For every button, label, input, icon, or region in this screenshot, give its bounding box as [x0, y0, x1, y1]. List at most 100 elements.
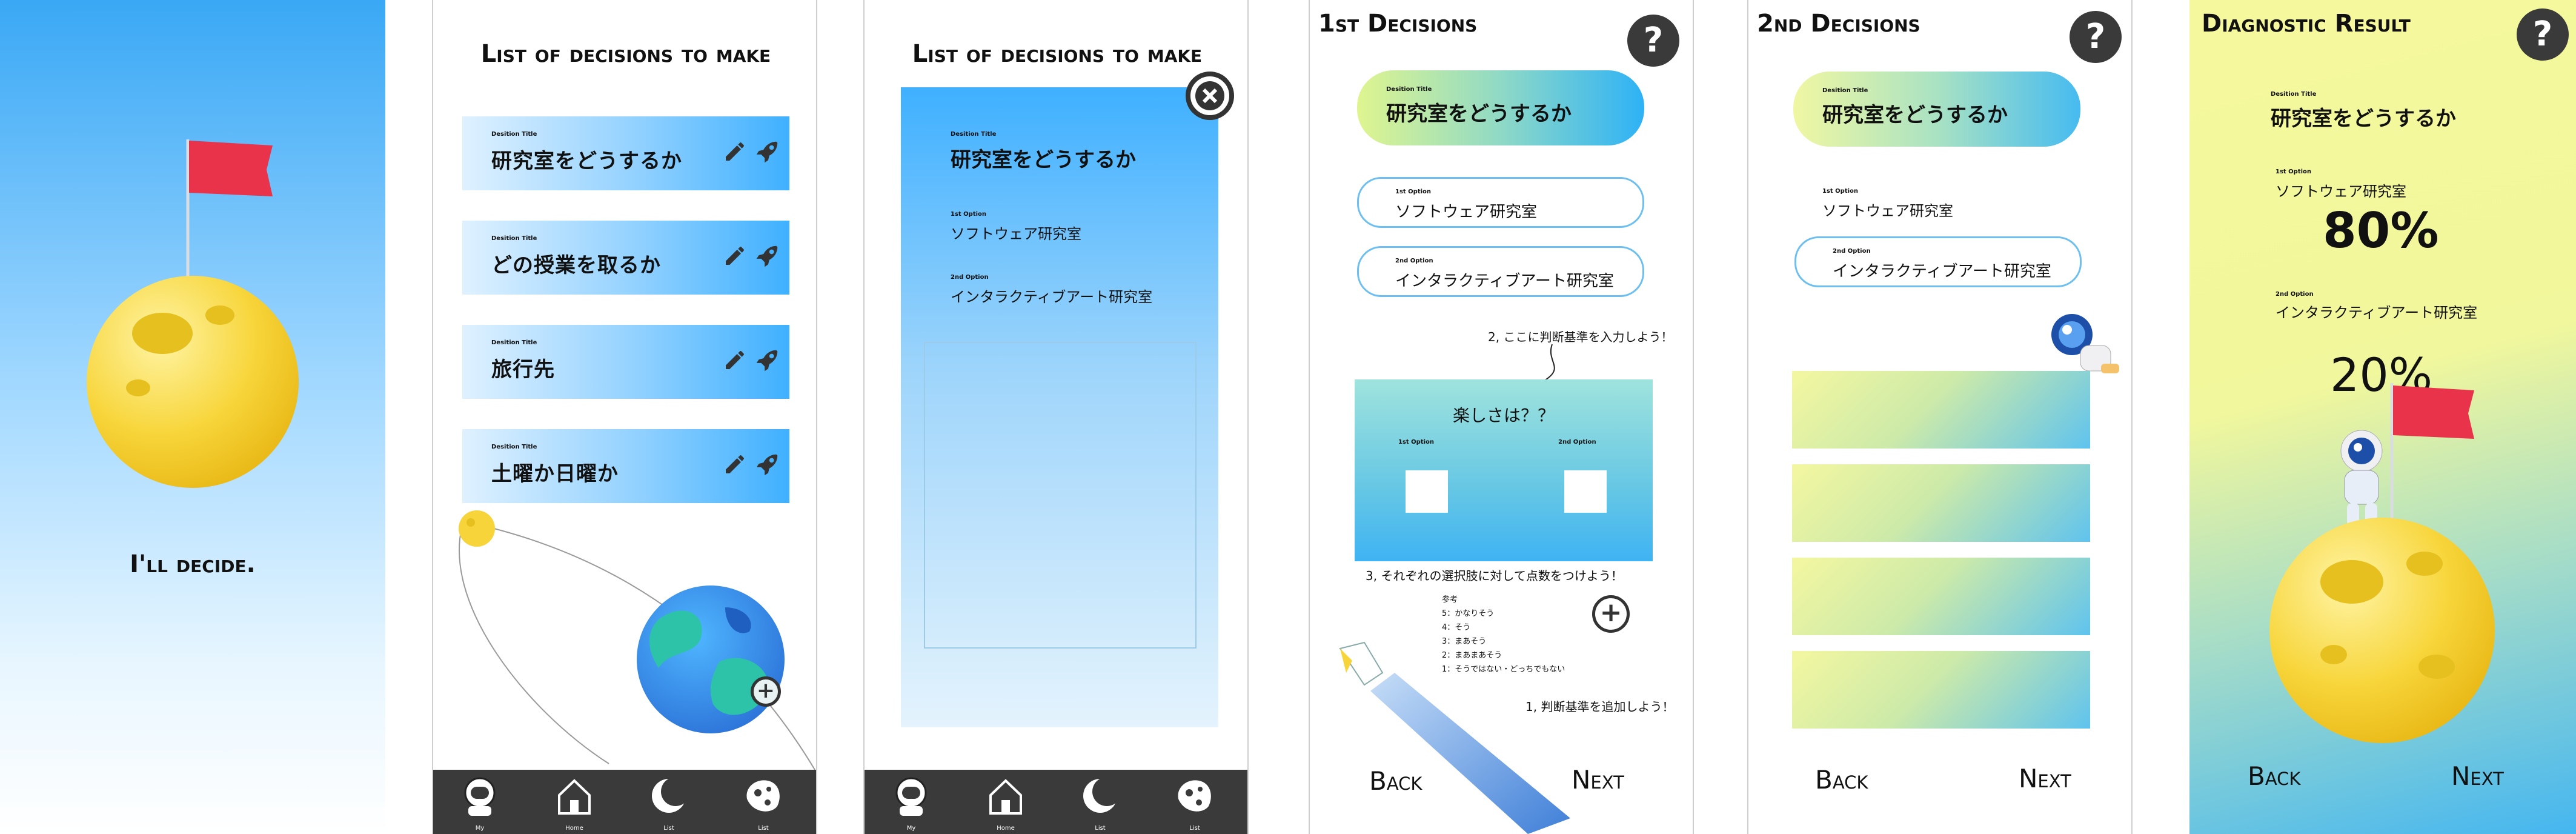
- page-title: List of decisions to make: [912, 40, 1203, 68]
- criterion-bar[interactable]: [1792, 371, 2090, 449]
- option1-value: ソフトウェア研究室: [1395, 203, 1538, 221]
- criterion-bar[interactable]: [1792, 651, 2090, 729]
- card-title: 研究室をどうするか: [491, 149, 682, 173]
- option1-value: ソフトウェア研究室: [1822, 202, 1953, 219]
- option2-label: 2nd Option: [1395, 258, 1433, 264]
- nav-label: Home: [997, 825, 1015, 832]
- pencil-icon[interactable]: [723, 452, 747, 476]
- close-button[interactable]: [1186, 72, 1234, 120]
- option2-value: インタラクティブアート研究室: [1833, 262, 2051, 281]
- option2-value: インタラクティブアート研究室: [951, 289, 1153, 305]
- moon-icon: [2269, 518, 2495, 743]
- card-title: 旅行先: [491, 358, 555, 382]
- option1-label: 1st Option: [1822, 188, 1859, 195]
- criterion-bar[interactable]: [1792, 558, 2090, 635]
- col1-label: 1st Option: [1398, 439, 1435, 445]
- notes-area[interactable]: [924, 342, 1197, 649]
- nav-list-2[interactable]: List: [1167, 775, 1222, 833]
- diagnostic-result-screen: Diagnostic Result ? Desition Title 研究室をど…: [2189, 0, 2576, 834]
- next-button[interactable]: Next: [2019, 764, 2071, 793]
- card-label: Desition Title: [491, 339, 537, 346]
- help-button[interactable]: ?: [2517, 8, 2569, 61]
- nav-label: List: [663, 825, 674, 832]
- next-button[interactable]: Next: [2451, 761, 2504, 791]
- title-value: 研究室をどうするか: [951, 148, 1136, 172]
- splash-screen: I'll decide.: [0, 0, 385, 834]
- criterion-card[interactable]: 楽しさは？？ 1st Option 2nd Option: [1355, 379, 1653, 561]
- nav-home[interactable]: Home: [547, 775, 602, 833]
- card-title: 土曜か日曜か: [491, 462, 619, 486]
- decision-detail-screen: List of decisions to make Desition Title…: [863, 0, 1249, 834]
- option2-value: インタラクティブアート研究室: [1395, 272, 1614, 290]
- nav-home[interactable]: Home: [978, 775, 1033, 833]
- detail-panel: Desition Title 研究室をどうするか 1st Option ソフトウ…: [901, 87, 1218, 727]
- nav-label: List: [1095, 825, 1106, 832]
- option1-field[interactable]: 1st Option ソフトウェア研究室: [1357, 177, 1644, 228]
- criterion-bar[interactable]: [1792, 464, 2090, 542]
- title-value: 研究室をどうするか: [1822, 103, 2008, 127]
- page-title: List of decisions to make: [480, 40, 771, 68]
- option2-value: インタラクティブアート研究室: [2276, 304, 2478, 321]
- option2-label: 2nd Option: [2276, 291, 2314, 298]
- card-label: Desition Title: [491, 444, 537, 450]
- hint-step3: 3, それぞれの選択肢に対して点数をつけよう！: [1366, 569, 1623, 583]
- nav-my[interactable]: My: [884, 775, 938, 833]
- pencil-icon[interactable]: [723, 244, 747, 268]
- moon-icon: [87, 276, 299, 488]
- add-button[interactable]: +: [751, 676, 781, 707]
- back-button[interactable]: Back: [2248, 761, 2300, 791]
- score-input-2[interactable]: [1564, 470, 1607, 513]
- option2-field[interactable]: 2nd Option インタラクティブアート研究室: [1357, 246, 1644, 297]
- nav-list[interactable]: List: [1073, 775, 1127, 833]
- nav-list[interactable]: List: [642, 775, 696, 833]
- score-input-1[interactable]: [1406, 470, 1448, 513]
- add-criterion-button[interactable]: +: [1592, 595, 1630, 633]
- reference-line: 5：かなりそう: [1442, 609, 1495, 618]
- rocket-icon[interactable]: [753, 347, 781, 375]
- rocket-icon[interactable]: [753, 138, 781, 166]
- next-button[interactable]: Next: [1572, 765, 1624, 795]
- second-decisions-screen: 2nd Decisions ? Desition Title 研究室をどうするか…: [1747, 0, 2133, 834]
- title-label: Desition Title: [2271, 91, 2317, 98]
- first-decisions-screen: 1st Decisions ? Desition Title 研究室をどうするか…: [1309, 0, 1694, 834]
- back-button[interactable]: Back: [1815, 765, 1868, 795]
- decision-card[interactable]: Desition Title 土曜か日曜か: [462, 429, 789, 503]
- option1-label: 1st Option: [2276, 168, 2312, 175]
- rocket-icon[interactable]: [753, 451, 781, 479]
- title-value: 研究室をどうするか: [1386, 102, 1572, 126]
- help-button[interactable]: ?: [1627, 15, 1679, 67]
- option1-value: ソフトウェア研究室: [951, 225, 1081, 242]
- pencil-icon[interactable]: [723, 348, 747, 372]
- earth-icon: [637, 585, 785, 733]
- rocket-trail-icon: [1339, 641, 1570, 834]
- pencil-icon[interactable]: [723, 139, 747, 164]
- title-label: Desition Title: [1386, 86, 1432, 93]
- bottom-nav: My Home List List: [865, 770, 1247, 834]
- decision-card[interactable]: Desition Title 旅行先: [462, 325, 789, 399]
- option2-label: 2nd Option: [1833, 248, 1871, 255]
- flag-icon: [186, 139, 273, 285]
- asteroid-icon: [1178, 780, 1211, 812]
- title-label: Desition Title: [951, 131, 997, 138]
- bottom-nav: My Home List List: [433, 770, 816, 834]
- option2-field[interactable]: 2nd Option インタラクティブアート研究室: [1794, 236, 2082, 287]
- back-button[interactable]: Back: [1369, 766, 1422, 796]
- nav-label: List: [758, 825, 769, 832]
- nav-label: My: [906, 825, 916, 832]
- decision-card[interactable]: Desition Title どの授業を取るか: [462, 221, 789, 295]
- hint-step1: 1, 判断基準を追加しよう！: [1525, 699, 1675, 714]
- decision-list-screen: List of decisions to make Desition Title…: [432, 0, 817, 834]
- help-button[interactable]: ?: [2070, 11, 2122, 63]
- reference-title: 参考: [1442, 595, 1458, 604]
- rocket-icon[interactable]: [753, 242, 781, 270]
- nav-list-2[interactable]: List: [736, 775, 791, 833]
- page-title: 2nd Decisions: [1757, 10, 1920, 38]
- col2-label: 2nd Option: [1558, 439, 1596, 445]
- card-label: Desition Title: [491, 131, 537, 138]
- astronaut-icon: [2340, 430, 2383, 526]
- decision-card[interactable]: Desition Title 研究室をどうするか: [462, 116, 789, 190]
- option2-label: 2nd Option: [951, 274, 989, 281]
- nav-my[interactable]: My: [453, 775, 507, 833]
- home-icon: [989, 779, 1022, 815]
- option1-label: 1st Option: [1395, 188, 1432, 195]
